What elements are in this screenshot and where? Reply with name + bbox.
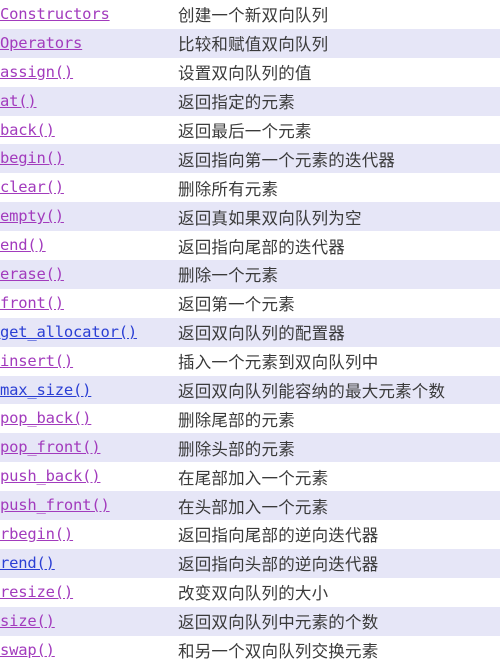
method-description-cell: 返回指向尾部的迭代器 (178, 237, 345, 257)
table-row: pop_back() 删除尾部的元素 (0, 404, 500, 434)
table-row: begin() 返回指向第一个元素的迭代器 (0, 144, 500, 174)
method-link[interactable]: rbegin() (0, 525, 73, 543)
method-link[interactable]: push_back() (0, 467, 101, 485)
method-table-body: Constructors 创建一个新双向队列 Operators 比较和赋值双向队列 a… (0, 0, 500, 664)
method-link[interactable]: begin() (0, 149, 64, 167)
method-description-cell: 返回双向队列的配置器 (178, 324, 345, 344)
method-link[interactable]: max_size() (0, 381, 92, 399)
method-description-cell: 返回双向队列能容纳的最大元素个数 (178, 382, 446, 402)
method-description-cell: 比较和赋值双向队列 (178, 35, 329, 55)
method-description-cell: 删除所有元素 (178, 179, 279, 199)
method-name-cell: pop_front() (0, 433, 178, 462)
table-row: get_allocator() 返回双向队列的配置器 (0, 317, 500, 347)
method-name-cell: assign() (0, 58, 178, 87)
table-row: Constructors 创建一个新双向队列 (0, 0, 500, 29)
table-row: swap() 和另一个双向队列交换元素 (0, 635, 500, 664)
method-name-cell: push_back() (0, 462, 178, 491)
table-row: resize() 改变双向队列的大小 (0, 577, 500, 607)
method-name-cell: rbegin() (0, 520, 178, 549)
method-link[interactable]: pop_back() (0, 409, 92, 427)
method-description-cell: 返回第一个元素 (178, 295, 295, 315)
method-link[interactable]: rend() (0, 554, 55, 572)
method-link[interactable]: empty() (0, 207, 64, 225)
method-description-cell: 插入一个元素到双向队列中 (178, 353, 379, 373)
method-name-cell: pop_back() (0, 404, 178, 433)
method-link[interactable]: back() (0, 121, 55, 139)
table-row: at() 返回指定的元素 (0, 86, 500, 116)
method-description-cell: 返回真如果双向队列为空 (178, 208, 362, 228)
method-link[interactable]: resize() (0, 583, 73, 601)
method-link[interactable]: erase() (0, 265, 64, 283)
method-description-cell: 删除一个元素 (178, 266, 279, 286)
method-name-cell: end() (0, 231, 178, 260)
table-row: clear() 删除所有元素 (0, 173, 500, 203)
method-link[interactable]: insert() (0, 352, 73, 370)
method-name-cell: max_size() (0, 376, 178, 405)
method-name-cell: size() (0, 607, 178, 636)
method-description-cell: 返回双向队列中元素的个数 (178, 613, 379, 633)
method-description-cell: 返回指向尾部的逆向迭代器 (178, 526, 379, 546)
table-row: front() 返回第一个元素 (0, 288, 500, 318)
method-name-cell: clear() (0, 173, 178, 202)
table-row: back() 返回最后一个元素 (0, 115, 500, 145)
method-link[interactable]: end() (0, 236, 46, 254)
table-row: assign() 设置双向队列的值 (0, 57, 500, 87)
method-description-cell: 改变双向队列的大小 (178, 584, 329, 604)
method-link[interactable]: clear() (0, 178, 64, 196)
method-link[interactable]: swap() (0, 641, 55, 659)
method-name-cell: at() (0, 87, 178, 116)
method-description-cell: 创建一个新双向队列 (178, 6, 329, 26)
method-link[interactable]: pop_front() (0, 438, 101, 456)
method-description-cell: 在尾部加入一个元素 (178, 468, 329, 488)
table-row: rbegin() 返回指向尾部的逆向迭代器 (0, 520, 500, 549)
method-description-cell: 返回指定的元素 (178, 93, 295, 113)
table-row: max_size() 返回双向队列能容纳的最大元素个数 (0, 375, 500, 405)
table-row: pop_front() 删除头部的元素 (0, 433, 500, 463)
method-link[interactable]: size() (0, 612, 55, 630)
method-description-cell: 和另一个双向队列交换元素 (178, 642, 379, 662)
method-description-cell: 返回最后一个元素 (178, 122, 312, 141)
method-link[interactable]: push_front() (0, 496, 110, 514)
method-link[interactable]: at() (0, 92, 37, 110)
table-row: end() 返回指向尾部的迭代器 (0, 231, 500, 261)
method-link[interactable]: front() (0, 294, 64, 312)
method-link[interactable]: Constructors (0, 5, 110, 23)
method-name-cell: swap() (0, 636, 178, 664)
method-name-cell: empty() (0, 202, 178, 231)
table-row: push_front() 在头部加入一个元素 (0, 491, 500, 521)
method-reference-table: Constructors 创建一个新双向队列 Operators 比较和赋值双向队列 a… (0, 0, 500, 664)
table-row: empty() 返回真如果双向队列为空 (0, 202, 500, 232)
method-description-cell: 返回指向第一个元素的迭代器 (178, 150, 396, 170)
method-description-cell: 在头部加入一个元素 (178, 497, 329, 517)
method-description-cell: 删除尾部的元素 (178, 410, 295, 430)
method-link[interactable]: Operators (0, 34, 82, 52)
method-description-cell: 删除头部的元素 (178, 439, 295, 459)
table-row: insert() 插入一个元素到双向队列中 (0, 346, 500, 376)
table-row: Operators 比较和赋值双向队列 (0, 28, 500, 58)
method-name-cell: front() (0, 289, 178, 318)
method-name-cell: get_allocator() (0, 318, 178, 347)
table-row: rend() 返回指向头部的逆向迭代器 (0, 548, 500, 578)
method-name-cell: push_front() (0, 491, 178, 520)
table-row: erase() 删除一个元素 (0, 260, 500, 289)
method-description-cell: 设置双向队列的值 (178, 64, 312, 84)
method-name-cell: begin() (0, 144, 178, 173)
method-name-cell: back() (0, 116, 178, 145)
method-description-cell: 返回指向头部的逆向迭代器 (178, 555, 379, 575)
method-name-cell: erase() (0, 260, 178, 289)
method-link[interactable]: assign() (0, 63, 73, 81)
table-row: size() 返回双向队列中元素的个数 (0, 606, 500, 636)
method-name-cell: insert() (0, 347, 178, 376)
method-name-cell: rend() (0, 549, 178, 578)
method-name-cell: resize() (0, 578, 178, 607)
method-link[interactable]: get_allocator() (0, 323, 137, 341)
method-name-cell: Constructors (0, 0, 178, 29)
table-row: push_back() 在尾部加入一个元素 (0, 462, 500, 492)
method-name-cell: Operators (0, 29, 178, 58)
